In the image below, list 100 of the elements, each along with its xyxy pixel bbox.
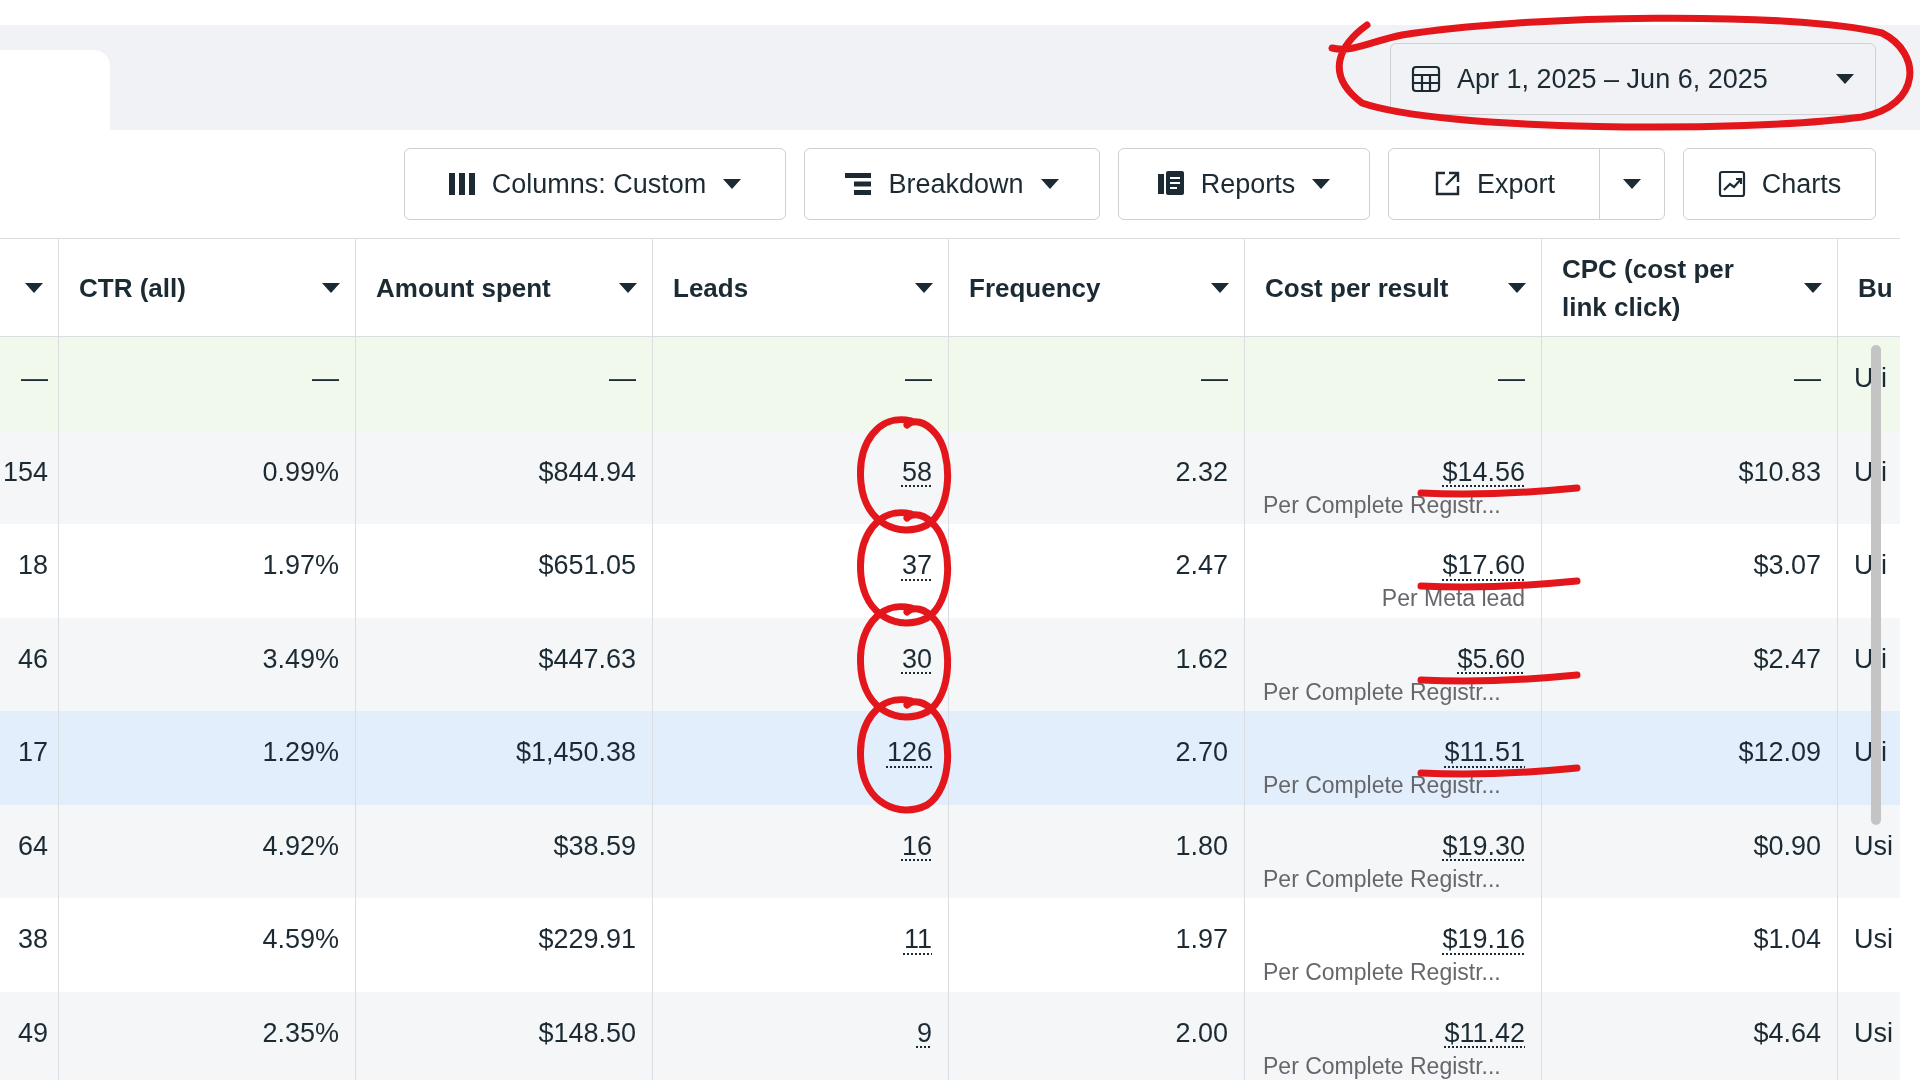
caret-icon <box>722 178 743 190</box>
column-header[interactable]: CPC (cost per link click) <box>1542 239 1838 336</box>
table-cell: Usi <box>1854 924 1893 954</box>
table-cell: 1.80 <box>1175 830 1228 861</box>
table-cell: 2.70 <box>1175 737 1228 767</box>
table-cell: $12.09 <box>1738 737 1821 767</box>
table-cell: $1.04 <box>1753 924 1821 954</box>
result-type-label: Per Complete Registr... <box>1262 864 1501 893</box>
table-cell: 17 <box>17 737 48 767</box>
table-cell: — <box>312 363 339 393</box>
table-row[interactable]: 64 4.92% $38.59 16 1.80 $19.30 Per Complete Registr... $0.90 Usi <box>0 804 1900 898</box>
table-cell: $10.83 <box>1738 456 1821 487</box>
metric-link[interactable]: 30 <box>901 643 932 674</box>
table-cell: $0.90 <box>1753 830 1821 861</box>
caret-icon <box>618 281 638 294</box>
table-row[interactable]: 46 3.49% $447.63 30 1.62 $5.60 Per Complete Registr... $2.47 U i <box>0 617 1900 711</box>
result-type-label: Per Complete Registr... <box>1262 1051 1501 1080</box>
table-row[interactable]: 49 2.35% $148.50 9 2.00 $11.42 Per Complete Registr... $4.64 Usi <box>0 991 1900 1080</box>
metric-link[interactable]: $14.56 <box>1442 456 1525 487</box>
table-cell: 2.47 <box>1175 550 1228 580</box>
table-cell: 2.00 <box>1175 1017 1228 1048</box>
caret-icon <box>1835 73 1855 85</box>
caret-icon <box>1039 178 1060 190</box>
table-cell: 4.59% <box>262 924 339 954</box>
result-type-label: Per Complete Registr... <box>1262 771 1501 799</box>
reports-icon <box>1156 170 1185 198</box>
column-header[interactable]: Amount spent <box>356 239 653 336</box>
table-cell: 1.97 <box>1175 924 1228 954</box>
table-cell: Usi <box>1854 830 1893 861</box>
table-cell: — <box>1498 363 1525 393</box>
charts-button[interactable]: Charts <box>1683 148 1876 220</box>
table-cell: 64 <box>17 830 48 861</box>
chart-icon <box>1717 170 1746 198</box>
metric-link[interactable]: 37 <box>901 550 932 580</box>
metric-link[interactable]: 126 <box>886 737 932 767</box>
breakdown-icon <box>844 172 873 196</box>
table-cell: $1,450.38 <box>515 737 636 767</box>
caret-icon <box>1622 178 1642 190</box>
table-cell: $3.07 <box>1753 550 1821 580</box>
metric-link[interactable]: 16 <box>901 830 932 861</box>
column-header[interactable]: CTR (all) <box>59 239 356 336</box>
table-cell: U i <box>1854 643 1887 674</box>
table-cell: 1.97% <box>262 550 339 580</box>
columns-icon <box>447 172 476 196</box>
caret-icon <box>1210 281 1230 294</box>
metric-link[interactable]: $17.60 <box>1442 550 1525 580</box>
metric-link[interactable]: $19.30 <box>1442 830 1525 861</box>
reports-button[interactable]: Reports <box>1118 148 1370 220</box>
table-cell: — <box>905 363 932 393</box>
metric-link[interactable]: 9 <box>916 1017 932 1048</box>
metric-link[interactable]: $11.51 <box>1444 737 1525 767</box>
columns-button[interactable]: Columns: Custom <box>404 148 786 220</box>
table-row[interactable]: 17 1.29% $1,450.38 126 2.70 $11.51 Per Complete Registr... $12.09 U i <box>0 711 1900 805</box>
date-range-button[interactable]: Apr 1, 2025 – Jun 6, 2025 <box>1390 43 1876 115</box>
result-type-label: Per Meta lead <box>1381 584 1525 612</box>
table-cell: 1.62 <box>1175 643 1228 674</box>
table-cell: $38.59 <box>553 830 636 861</box>
caret-icon <box>1311 178 1332 190</box>
table-cell: 18 <box>17 550 48 580</box>
table-row[interactable]: 154 0.99% $844.94 58 2.32 $14.56 Per Complete Registr... $10.83 U i <box>0 430 1900 524</box>
calendar-icon <box>1411 64 1441 94</box>
table-cell: 4.92% <box>262 830 339 861</box>
metric-link[interactable]: $5.60 <box>1457 643 1525 674</box>
table-cell: U i <box>1854 737 1887 767</box>
table-cell: U i <box>1854 456 1887 487</box>
table-cell: 154 <box>2 456 48 487</box>
column-header[interactable]: Bu <box>1838 239 1900 336</box>
table-cell: 1.29% <box>262 737 339 767</box>
table-cell: 46 <box>17 643 48 674</box>
caret-icon <box>914 281 934 294</box>
table-cell: 49 <box>17 1017 48 1048</box>
table-cell: $844.94 <box>538 456 636 487</box>
table-cell: U i <box>1854 550 1887 580</box>
result-type-label: Per Complete Registr... <box>1262 490 1501 519</box>
summary-row[interactable]: — — — — — — — U i <box>0 337 1900 431</box>
table-cell: — <box>609 363 636 393</box>
metric-link[interactable]: $19.16 <box>1442 924 1525 954</box>
column-header[interactable]: Leads <box>653 239 949 336</box>
caret-icon <box>24 281 44 294</box>
column-header[interactable]: Cost per result <box>1245 239 1542 336</box>
table-cell: Usi <box>1854 1017 1893 1048</box>
table-cell: — <box>21 363 48 393</box>
metric-link[interactable]: 58 <box>901 456 932 487</box>
table-cell: $4.64 <box>1753 1017 1821 1048</box>
caret-icon <box>321 281 341 294</box>
result-type-label: Per Complete Registr... <box>1262 677 1501 706</box>
metric-link[interactable]: $11.42 <box>1444 1017 1525 1048</box>
column-header[interactable]: Frequency <box>949 239 1245 336</box>
table-cell: $229.91 <box>538 924 636 954</box>
caret-icon <box>1507 281 1527 294</box>
table-cell: — <box>1794 363 1821 393</box>
table-cell: $148.50 <box>538 1017 636 1048</box>
metric-link[interactable]: 11 <box>903 924 932 954</box>
scrollbar[interactable] <box>1871 345 1881 825</box>
table-cell: 3.49% <box>262 643 339 674</box>
table-cell: 38 <box>17 924 48 954</box>
table-cell: U i <box>1854 363 1887 393</box>
breakdown-button[interactable]: Breakdown <box>804 148 1100 220</box>
table-cell: 2.32 <box>1175 456 1228 487</box>
table-cell: 0.99% <box>262 456 339 487</box>
